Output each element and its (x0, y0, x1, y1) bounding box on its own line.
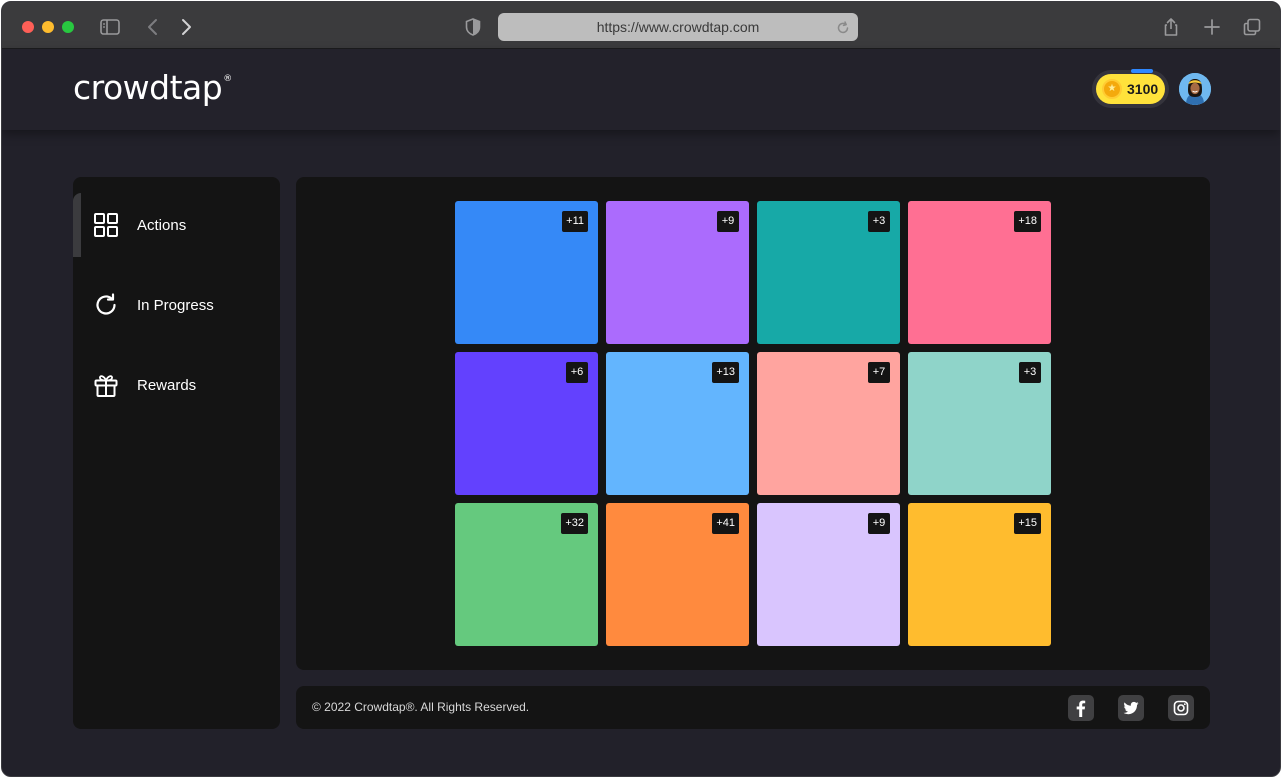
points-badge: +18 (1014, 211, 1041, 232)
url-text: https://www.crowdtap.com (596, 19, 760, 35)
crowdtap-logo[interactable]: crowdtap® (73, 68, 232, 107)
points-badge: +15 (1014, 513, 1041, 534)
sidebar-item-rewards[interactable]: Rewards (73, 353, 280, 417)
sidebar-toggle-icon[interactable] (99, 16, 121, 38)
points-badge: +3 (868, 211, 890, 232)
action-tile[interactable]: +3 (757, 201, 900, 344)
gift-icon (93, 372, 119, 398)
logo-text: crowdtap (73, 68, 223, 107)
action-tile[interactable]: +11 (455, 201, 598, 344)
sidebar-item-label: In Progress (137, 296, 214, 314)
action-tile[interactable]: +32 (455, 503, 598, 646)
footer: © 2022 Crowdtap®. All Rights Reserved. (296, 686, 1210, 729)
copyright-text: © 2022 Crowdtap®. All Rights Reserved. (312, 700, 530, 714)
action-tile-grid: +11 +9 +3 +18 +6 +13 +7 +3 +32 +41 +9 +15 (455, 201, 1051, 647)
sidebar-item-label: Rewards (137, 376, 197, 394)
coin-icon: ★ (1102, 79, 1122, 99)
points-badge: +9 (868, 513, 890, 534)
points-progress-bar (1131, 69, 1153, 73)
action-tile[interactable]: +7 (757, 352, 900, 495)
action-tile[interactable]: +6 (455, 352, 598, 495)
browser-window: https://www.crowdtap.com crowdtap® ★ 310… (1, 1, 1281, 777)
points-badge: +41 (712, 513, 739, 534)
points-badge: +3 (1019, 362, 1041, 383)
action-tile[interactable]: +15 (908, 503, 1051, 646)
shield-icon[interactable] (462, 16, 484, 38)
close-window-button[interactable] (22, 21, 34, 33)
points-badge: +6 (566, 362, 588, 383)
points-badge: ★ 3100 (1096, 74, 1165, 104)
address-bar[interactable]: https://www.crowdtap.com (498, 13, 858, 41)
points-balance[interactable]: ★ 3100 (1092, 70, 1169, 108)
instagram-icon[interactable] (1168, 695, 1194, 721)
share-icon[interactable] (1160, 16, 1182, 38)
sidebar-item-label: Actions (137, 216, 187, 234)
actions-panel: +11 +9 +3 +18 +6 +13 +7 +3 +32 +41 +9 +15 (296, 177, 1210, 670)
points-value: 3100 (1127, 81, 1159, 97)
sidebar-item-actions[interactable]: Actions (73, 193, 280, 257)
new-tab-icon[interactable] (1201, 16, 1223, 38)
sidebar-item-in-progress[interactable]: In Progress (73, 273, 280, 337)
points-badge: +13 (712, 362, 739, 383)
twitter-icon[interactable] (1118, 695, 1144, 721)
points-badge: +7 (868, 362, 890, 383)
registered-mark: ® (223, 74, 232, 84)
back-icon[interactable] (142, 16, 164, 38)
action-tile[interactable]: +3 (908, 352, 1051, 495)
browser-toolbar: https://www.crowdtap.com (2, 2, 1280, 49)
points-badge: +32 (561, 513, 588, 534)
action-tile[interactable]: +41 (606, 503, 749, 646)
zoom-window-button[interactable] (62, 21, 74, 33)
action-tile[interactable]: +9 (757, 503, 900, 646)
active-indicator (73, 193, 81, 257)
facebook-icon[interactable] (1068, 695, 1094, 721)
reload-icon[interactable] (834, 18, 852, 36)
action-tile[interactable]: +13 (606, 352, 749, 495)
forward-icon[interactable] (175, 16, 197, 38)
user-avatar[interactable] (1179, 73, 1211, 105)
sidebar: Actions In Progress Rewards (73, 177, 280, 729)
tabs-overview-icon[interactable] (1241, 16, 1263, 38)
grid-icon (93, 212, 119, 238)
action-tile[interactable]: +18 (908, 201, 1051, 344)
action-tile[interactable]: +9 (606, 201, 749, 344)
points-badge: +9 (717, 211, 739, 232)
app-header: crowdtap® ★ 3100 (2, 49, 1280, 130)
points-badge: +11 (562, 211, 588, 232)
minimize-window-button[interactable] (42, 21, 54, 33)
refresh-icon (93, 292, 119, 318)
